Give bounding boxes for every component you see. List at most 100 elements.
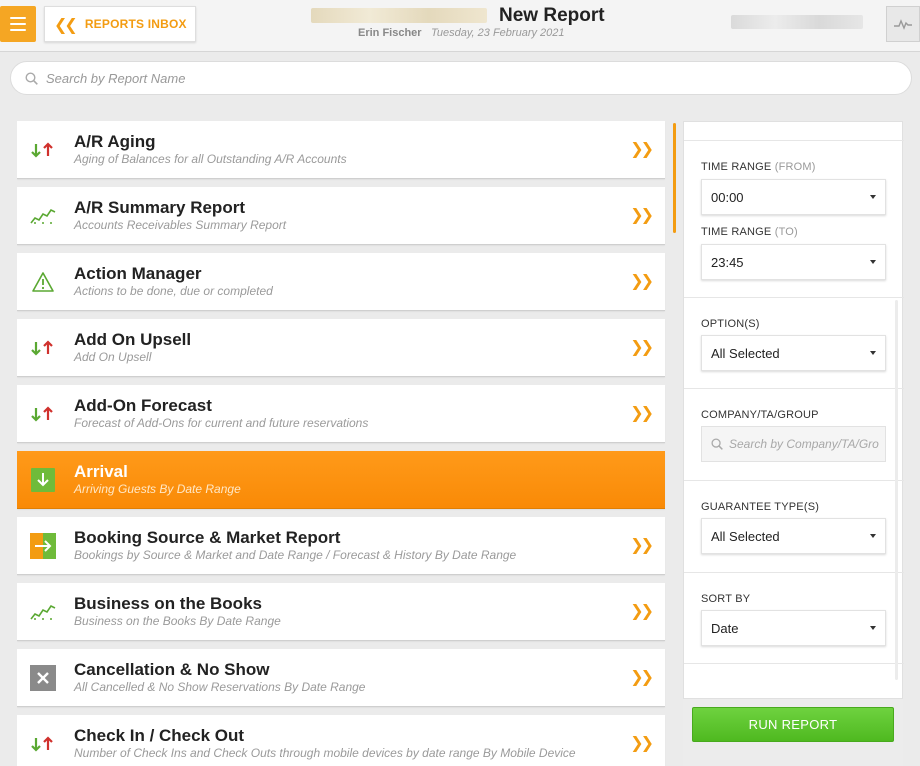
report-name: Add On Upsell: [74, 330, 192, 349]
top-bar: ❮❮ REPORTS INBOX New Report Erin Fischer…: [0, 0, 920, 52]
time-from-value: 00:00: [711, 189, 744, 205]
report-name: Booking Source & Market Report: [74, 528, 341, 547]
double-chevron-right-icon: ❯❯: [630, 337, 654, 356]
double-chevron-right-icon: ❯❯: [630, 205, 654, 224]
divider: [684, 480, 904, 481]
business-date: Tuesday, 23 February 2021: [431, 27, 565, 39]
report-item-ar-summary[interactable]: A/R Summary Report Accounts Receivables …: [17, 187, 665, 245]
reports-inbox-button[interactable]: ❮❮ REPORTS INBOX: [44, 6, 196, 42]
report-item-action-manager[interactable]: Action Manager Actions to be done, due o…: [17, 253, 665, 311]
report-name: A/R Aging: [74, 132, 156, 151]
report-item-business-on-books[interactable]: Business on the Books Business on the Bo…: [17, 583, 665, 641]
company-label: COMPANY/TA/GROUP: [701, 409, 819, 421]
report-filters-panel: TIME RANGE (FROM) 00:00 TIME RANGE (TO) …: [683, 121, 904, 699]
report-name: A/R Summary Report: [74, 198, 245, 217]
options-select[interactable]: All Selected: [701, 335, 886, 371]
divider: [684, 572, 904, 573]
report-item-add-on-upsell[interactable]: Add On Upsell Add On Upsell ❯❯: [17, 319, 665, 377]
report-description: All Cancelled & No Show Reservations By …: [74, 680, 366, 694]
double-chevron-right-icon: ❯❯: [630, 535, 654, 554]
search-input[interactable]: [46, 70, 886, 86]
options-label: OPTION(S): [701, 318, 760, 330]
booking-source-icon: [30, 533, 56, 559]
time-from-select[interactable]: 00:00: [701, 179, 886, 215]
menu-button[interactable]: [0, 6, 36, 42]
report-name: Check In / Check Out: [74, 726, 245, 745]
report-description: Number of Check Ins and Check Outs throu…: [74, 746, 576, 760]
page-title: New Report: [499, 5, 605, 26]
double-chevron-right-icon: ❯❯: [630, 403, 654, 422]
hotel-name-redacted: [311, 8, 487, 23]
report-item-arrival[interactable]: Arrival Arriving Guests By Date Range: [17, 451, 665, 509]
double-chevron-right-icon: ❯❯: [630, 271, 654, 290]
divider: [684, 388, 904, 389]
report-description: Business on the Books By Date Range: [74, 614, 281, 628]
report-description: Aging of Balances for all Outstanding A/…: [74, 152, 347, 166]
guarantee-select[interactable]: All Selected: [701, 518, 886, 554]
filters-scrollbar[interactable]: [895, 300, 898, 680]
report-item-check-in-out[interactable]: Check In / Check Out Number of Check Ins…: [17, 715, 665, 766]
report-list: A/R Aging Aging of Balances for all Outs…: [17, 121, 667, 766]
double-chevron-right-icon: ❯❯: [630, 733, 654, 752]
time-to-select[interactable]: 23:45: [701, 244, 886, 280]
caret-down-icon: [870, 195, 876, 199]
company-search-field[interactable]: [701, 426, 886, 462]
report-description: Add On Upsell: [74, 350, 152, 364]
double-chevron-left-icon: ❮❮: [54, 14, 78, 34]
caret-down-icon: [870, 351, 876, 355]
user-name: Erin Fischer: [358, 27, 422, 39]
double-chevron-right-icon: ❯❯: [630, 667, 654, 686]
report-description: Accounts Receivables Summary Report: [74, 218, 287, 232]
arrows-up-down-icon: [30, 732, 56, 756]
sort-by-label: SORT BY: [701, 593, 751, 605]
arrows-up-down-icon: [30, 402, 56, 426]
divider: [684, 663, 904, 664]
divider: [684, 140, 904, 141]
trend-chart-icon: [30, 600, 56, 624]
double-chevron-right-icon: ❯❯: [630, 601, 654, 620]
report-item-cancellation[interactable]: Cancellation & No Show All Cancelled & N…: [17, 649, 665, 707]
activity-button[interactable]: [886, 6, 920, 42]
guarantee-value: All Selected: [711, 528, 780, 544]
sort-by-select[interactable]: Date: [701, 610, 886, 646]
report-search-bar[interactable]: [10, 61, 912, 95]
report-description: Actions to be done, due or completed: [74, 284, 273, 298]
reports-inbox-label: REPORTS INBOX: [84, 17, 187, 31]
arrows-up-down-icon: [30, 336, 56, 360]
caret-down-icon: [870, 534, 876, 538]
report-name: Add-On Forecast: [74, 396, 212, 415]
sort-by-value: Date: [711, 620, 739, 636]
trend-chart-icon: [30, 204, 56, 228]
search-icon: [25, 71, 38, 85]
report-name: Business on the Books: [74, 594, 262, 613]
divider: [684, 297, 904, 298]
time-to-label: TIME RANGE (TO): [701, 226, 798, 238]
options-value: All Selected: [711, 345, 780, 361]
report-list-scrollbar[interactable]: [673, 123, 676, 233]
report-description: Bookings by Source & Market and Date Ran…: [74, 548, 517, 562]
report-description: Forecast of Add-Ons for current and futu…: [74, 416, 369, 430]
arrows-up-down-icon: [30, 138, 56, 162]
double-chevron-right-icon: ❯❯: [630, 139, 654, 158]
time-to-value: 23:45: [711, 254, 744, 270]
time-from-label: TIME RANGE (FROM): [701, 161, 816, 173]
report-name: Cancellation & No Show: [74, 660, 270, 679]
report-item-add-on-forecast[interactable]: Add-On Forecast Forecast of Add-Ons for …: [17, 385, 665, 443]
cancel-x-icon: [30, 665, 56, 691]
report-item-booking-source[interactable]: Booking Source & Market Report Bookings …: [17, 517, 665, 575]
guarantee-label: GUARANTEE TYPE(S): [701, 501, 820, 513]
report-name: Arrival: [74, 462, 128, 481]
arrival-icon: [30, 468, 56, 492]
account-redacted: [731, 15, 863, 29]
caret-down-icon: [870, 260, 876, 264]
search-icon: [711, 438, 723, 450]
warning-icon: [30, 270, 56, 294]
caret-down-icon: [870, 626, 876, 630]
report-description: Arriving Guests By Date Range: [74, 482, 241, 496]
company-search-input[interactable]: [729, 437, 879, 451]
run-report-button[interactable]: RUN REPORT: [692, 707, 894, 742]
report-name: Action Manager: [74, 264, 202, 283]
activity-icon: [894, 19, 912, 30]
report-item-ar-aging[interactable]: A/R Aging Aging of Balances for all Outs…: [17, 121, 665, 179]
hamburger-icon: [10, 17, 26, 19]
